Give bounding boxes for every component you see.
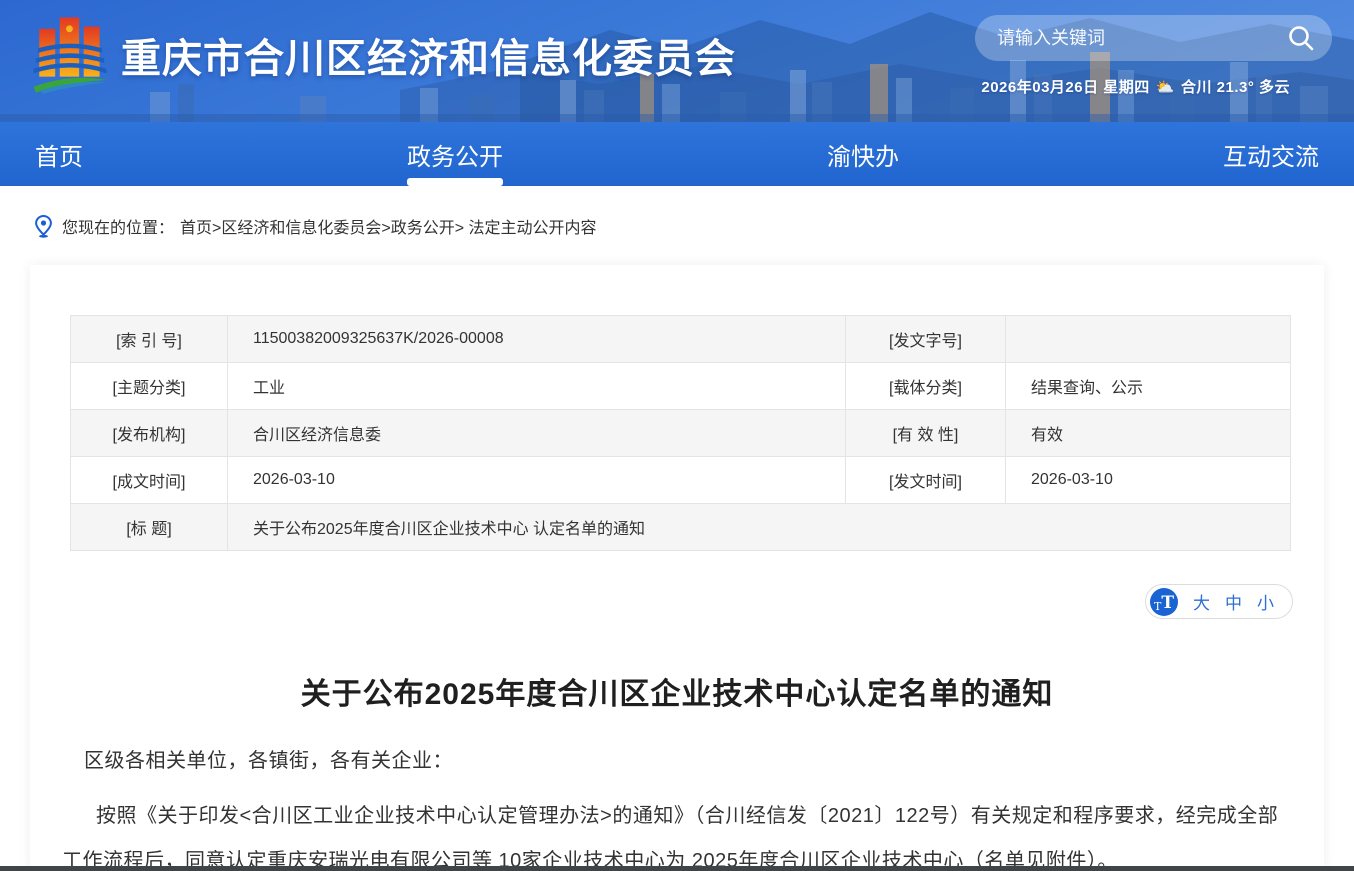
breadcrumb: 您现在的位置：首页>区经济和信息化委员会>政务公开> 法定主动公开内容 — [0, 186, 1354, 238]
meta-label-topic-category: [主题分类] — [71, 363, 228, 410]
meta-label-issuing-agency: [发布机构] — [71, 410, 228, 457]
date-weather: 2026年03月26日 星期四 ⛅ 合川 21.3° 多云 — [981, 76, 1290, 97]
font-size-large-button[interactable]: 大 — [1193, 589, 1210, 614]
meta-value-validity: 有效 — [1006, 410, 1291, 457]
font-size-widget: TT 大 中 小 — [1145, 584, 1293, 619]
date-text: 2026年03月26日 星期四 — [981, 76, 1149, 97]
site-logo-icon[interactable] — [33, 14, 107, 96]
meta-value-title: 关于公布2025年度合川区企业技术中心 认定名单的通知 — [228, 504, 1291, 551]
meta-value-written-date: 2026-03-10 — [228, 457, 846, 504]
meta-row: [成文时间] 2026-03-10 [发文时间] 2026-03-10 — [71, 457, 1291, 504]
search-icon — [1286, 23, 1316, 53]
article-title: 关于公布2025年度合川区企业技术中心认定名单的通知 — [30, 669, 1324, 713]
footer-top-edge — [0, 866, 1354, 871]
meta-label-index-no: [索 引 号] — [71, 316, 228, 363]
search-input[interactable] — [997, 28, 1286, 49]
font-size-row: TT 大 中 小 — [30, 584, 1293, 619]
meta-label-validity: [有 效 性] — [846, 410, 1006, 457]
font-size-icon[interactable]: TT — [1150, 588, 1178, 616]
meta-value-issuing-agency: 合川区经济信息委 — [228, 410, 846, 457]
main-nav: 首页 政务公开 渝快办 互动交流 — [0, 122, 1354, 186]
nav-item-gov-affairs[interactable]: 政务公开 — [407, 122, 503, 186]
meta-value-issue-date: 2026-03-10 — [1006, 457, 1291, 504]
font-size-medium-button[interactable]: 中 — [1225, 589, 1242, 614]
document-meta-table: [索 引 号] 11500382009325637K/2026-00008 [发… — [70, 315, 1291, 551]
font-size-small-button[interactable]: 小 — [1257, 589, 1274, 614]
meta-label-carrier-category: [载体分类] — [846, 363, 1006, 410]
nav-item-interaction[interactable]: 互动交流 — [1223, 122, 1319, 186]
site-title[interactable]: 重庆市合川区经济和信息化委员会 — [121, 26, 736, 84]
meta-label-title: [标 题] — [71, 504, 228, 551]
meta-label-doc-no: [发文字号] — [846, 316, 1006, 363]
nav-item-yukuaiban[interactable]: 渝快办 — [827, 122, 899, 186]
meta-value-topic-category: 工业 — [228, 363, 846, 410]
breadcrumb-label: 您现在的位置： — [62, 214, 174, 238]
meta-row: [发布机构] 合川区经济信息委 [有 效 性] 有效 — [71, 410, 1291, 457]
city-temp-text: 合川 21.3° 多云 — [1181, 76, 1290, 97]
meta-row: [主题分类] 工业 [载体分类] 结果查询、公示 — [71, 363, 1291, 410]
article-paragraph-main: 按照《关于印发<合川区工业企业技术中心认定管理办法>的通知》（合川经信发〔202… — [62, 794, 1294, 871]
search-button[interactable] — [1286, 23, 1316, 53]
location-pin-icon — [35, 215, 52, 238]
meta-label-written-date: [成文时间] — [71, 457, 228, 504]
article-body: 区级各相关单位，各镇街，各有关企业： 按照《关于印发<合川区工业企业技术中心认定… — [62, 739, 1294, 871]
article-paragraph-salutation: 区级各相关单位，各镇街，各有关企业： — [62, 739, 1294, 784]
meta-value-doc-no — [1006, 316, 1291, 363]
meta-value-index-no: 11500382009325637K/2026-00008 — [228, 316, 846, 363]
weather-icon: ⛅ — [1156, 78, 1175, 96]
meta-value-carrier-category: 结果查询、公示 — [1006, 363, 1291, 410]
meta-label-issue-date: [发文时间] — [846, 457, 1006, 504]
nav-item-home[interactable]: 首页 — [35, 122, 83, 186]
meta-row: [标 题] 关于公布2025年度合川区企业技术中心 认定名单的通知 — [71, 504, 1291, 551]
search-box[interactable] — [975, 15, 1332, 61]
header-banner: 重庆市合川区经济和信息化委员会 2026年03月26日 星期四 ⛅ 合川 21.… — [0, 0, 1354, 122]
breadcrumb-path[interactable]: 首页>区经济和信息化委员会>政务公开> 法定主动公开内容 — [180, 214, 596, 238]
meta-row: [索 引 号] 11500382009325637K/2026-00008 [发… — [71, 316, 1291, 363]
document-panel: [索 引 号] 11500382009325637K/2026-00008 [发… — [30, 265, 1324, 871]
